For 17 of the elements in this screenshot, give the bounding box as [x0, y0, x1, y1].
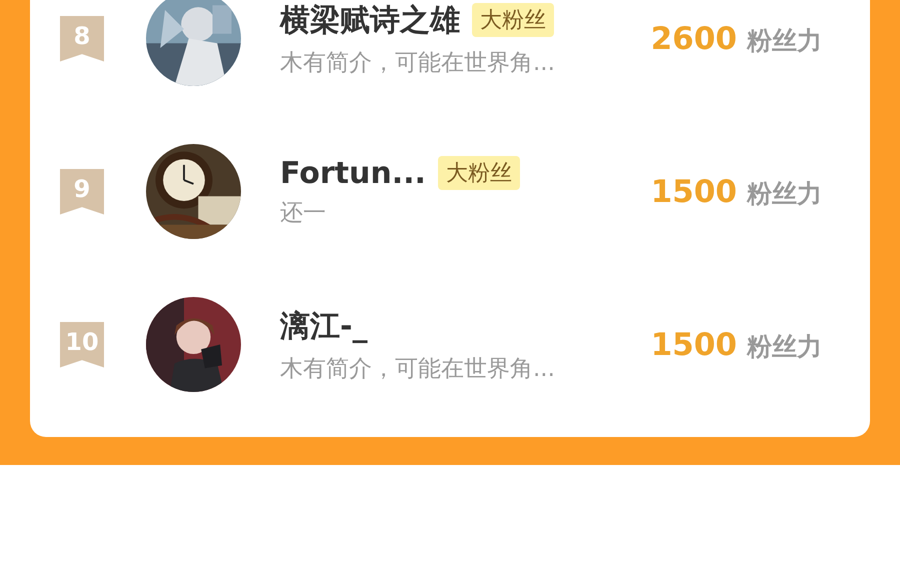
fan-level-tag: 大粉丝	[472, 3, 554, 37]
fan-bio: 木有简介，可能在世界角...	[280, 48, 556, 78]
rank-ribbon: 9	[60, 168, 104, 214]
rank-ribbon: 8	[60, 16, 104, 62]
score-unit: 粉丝力	[747, 178, 822, 210]
fan-name[interactable]: 横梁赋诗之雄	[280, 0, 460, 40]
score-unit: 粉丝力	[747, 330, 822, 362]
fan-score: 1500	[650, 174, 737, 210]
fan-name[interactable]: Fortun...	[280, 156, 426, 190]
fan-score: 1500	[650, 326, 737, 362]
score-unit: 粉丝力	[747, 24, 822, 56]
fan-name[interactable]: 漓江-_	[280, 306, 368, 346]
fan-bio: 木有简介，可能在世界角...	[280, 354, 556, 384]
rank-ribbon: 10	[60, 322, 104, 368]
fan-bio: 还一	[280, 198, 327, 228]
fan-score: 2600	[650, 20, 737, 56]
fan-level-tag: 大粉丝	[438, 156, 520, 190]
